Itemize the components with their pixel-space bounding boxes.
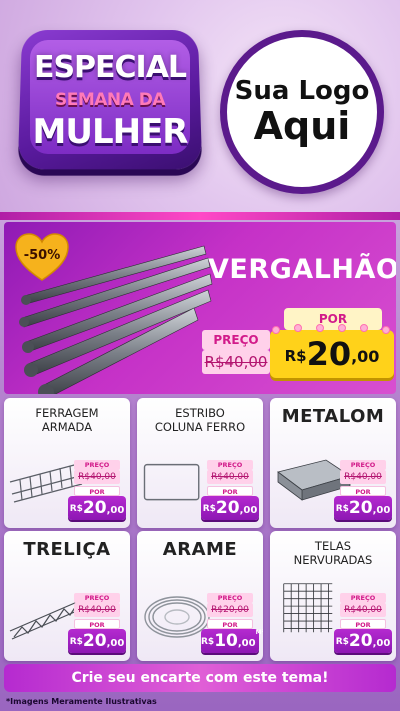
product-title-line2: ARMADA — [41, 420, 93, 434]
product-currency: R$ — [69, 504, 83, 514]
product-old-price: R$40,00 — [207, 470, 253, 484]
product-card-trelica[interactable]: TRELIÇA PREÇO R$40,00 POR R$20,00 — [4, 531, 130, 661]
badge-line-semana: SEMANA DA — [54, 90, 166, 110]
product-currency: R$ — [335, 504, 349, 514]
divider-bar — [0, 212, 400, 220]
product-old-price: R$20,00 — [207, 603, 253, 617]
product-card-estribo[interactable]: ESTRIBO COLUNA FERRO PREÇO R$40,00 POR R… — [137, 398, 263, 528]
product-old-price: R$40,00 — [340, 470, 386, 484]
product-price-cents: ,00 — [372, 505, 391, 516]
badge-line-especial: ESPECIAL — [33, 50, 187, 85]
product-preco-label: PREÇO — [340, 460, 386, 470]
bulb-icon — [382, 326, 390, 334]
product-currency: R$ — [201, 637, 215, 647]
product-por-label: POR — [340, 486, 386, 496]
product-currency: R$ — [202, 504, 216, 514]
product-price-cents: ,00 — [237, 638, 256, 649]
product-title-line1: ESTRIBO — [175, 406, 225, 420]
product-title: ARAME — [137, 539, 263, 560]
telas-image — [283, 583, 333, 633]
product-preco-label: PREÇO — [74, 593, 120, 603]
bulb-icon — [294, 324, 302, 332]
product-old-price: R$40,00 — [74, 603, 120, 617]
product-card-metalom[interactable]: METALOM PREÇO R$40,00 POR R$20,00 — [270, 398, 396, 528]
product-por-label: POR — [340, 619, 386, 629]
hero-preco-label: PREÇO — [202, 330, 270, 350]
product-card-telas[interactable]: TELAS NERVURADAS PREÇO R$40,00 POR R$20,… — [270, 531, 396, 661]
bulb-icon — [272, 326, 280, 334]
product-price-cents: ,00 — [372, 638, 391, 649]
product-price-int: 20 — [215, 498, 240, 518]
product-title: METALOM — [270, 406, 396, 427]
product-por-label: POR — [207, 619, 253, 629]
product-unit: M² — [255, 629, 263, 636]
product-title-line2: COLUNA FERRO — [154, 420, 246, 434]
product-por-label: POR — [74, 619, 120, 629]
product-card-ferragem[interactable]: FERRAGEM ARMADA PREÇO R$40,00 POR R$20,0… — [4, 398, 130, 528]
product-new-price: R$20,00 — [334, 496, 392, 520]
product-title: TELAS NERVURADAS — [270, 539, 396, 567]
disclaimer: *Imagens Meramente Ilustrativas — [6, 697, 157, 706]
product-title: FERRAGEM ARMADA — [4, 406, 130, 434]
cta-banner[interactable]: Crie seu encarte com este tema! — [4, 664, 396, 692]
product-new-price: R$20,00 — [334, 629, 392, 653]
product-title: TRELIÇA — [4, 539, 130, 560]
hero-new-price: R$20,00 — [270, 330, 394, 378]
product-price-int: 20 — [82, 631, 107, 651]
bulb-icon — [338, 324, 346, 332]
product-por-label: POR — [74, 486, 120, 496]
logo-line1: Sua Logo — [234, 76, 370, 107]
product-title: ESTRIBO COLUNA FERRO — [137, 406, 263, 434]
product-por-label: POR — [207, 486, 253, 496]
product-title-line1: FERRAGEM — [35, 406, 99, 420]
logo-line2: Aqui — [253, 104, 351, 149]
product-new-price: R$20,00 — [201, 496, 259, 520]
product-price-int: 10 — [214, 631, 238, 651]
product-old-price: R$40,00 — [340, 603, 386, 617]
product-preco-label: PREÇO — [340, 593, 386, 603]
product-title-line1: METALOM — [281, 406, 385, 427]
product-title-line2: NERVURADAS — [293, 553, 373, 567]
logo-placeholder[interactable]: Sua Logo Aqui — [220, 30, 384, 194]
product-preco-label: PREÇO — [207, 593, 253, 603]
product-title-line1: ARAME — [162, 539, 238, 560]
product-preco-label: PREÇO — [74, 460, 120, 470]
product-preco-label: PREÇO — [207, 460, 253, 470]
product-currency: R$ — [335, 637, 349, 647]
product-price-int: 20 — [348, 631, 373, 651]
product-new-price: R$20,00 — [68, 629, 126, 653]
hero-card-vergalhao[interactable]: -50% VERGALHÃO PREÇO R$40,00 POR R$20,00 — [4, 222, 396, 394]
product-price-cents: ,00 — [106, 505, 125, 516]
header: ESPECIAL SEMANA DA MULHER Sua Logo Aqui — [0, 0, 400, 212]
campaign-badge: ESPECIAL SEMANA DA MULHER — [17, 28, 203, 170]
badge-line-mulher: MULHER — [32, 112, 189, 152]
product-price-int: 20 — [348, 498, 373, 518]
hero-currency: R$ — [284, 347, 307, 365]
product-currency: R$ — [69, 637, 83, 647]
hero-price-cents: ,00 — [351, 347, 380, 366]
hero-title: VERGALHÃO — [208, 254, 396, 285]
product-new-price: R$20,00 — [68, 496, 126, 520]
bulb-icon — [360, 324, 368, 332]
product-card-arame[interactable]: ARAME PREÇO R$20,00 POR R$10,00 M² — [137, 531, 263, 661]
product-price-cents: ,00 — [239, 505, 258, 516]
product-price-int: 20 — [82, 498, 107, 518]
product-price-cents: ,00 — [106, 638, 125, 649]
product-title-line1: TELAS — [314, 539, 352, 553]
bulb-icon — [316, 324, 324, 332]
hero-old-price: R$40,00 — [202, 350, 270, 374]
product-new-price: R$10,00 M² — [201, 629, 263, 653]
product-old-price: R$40,00 — [74, 470, 120, 484]
hero-price-int: 20 — [306, 335, 352, 373]
product-title-line1: TRELIÇA — [23, 539, 111, 560]
discount-badge: -50% — [23, 248, 61, 263]
